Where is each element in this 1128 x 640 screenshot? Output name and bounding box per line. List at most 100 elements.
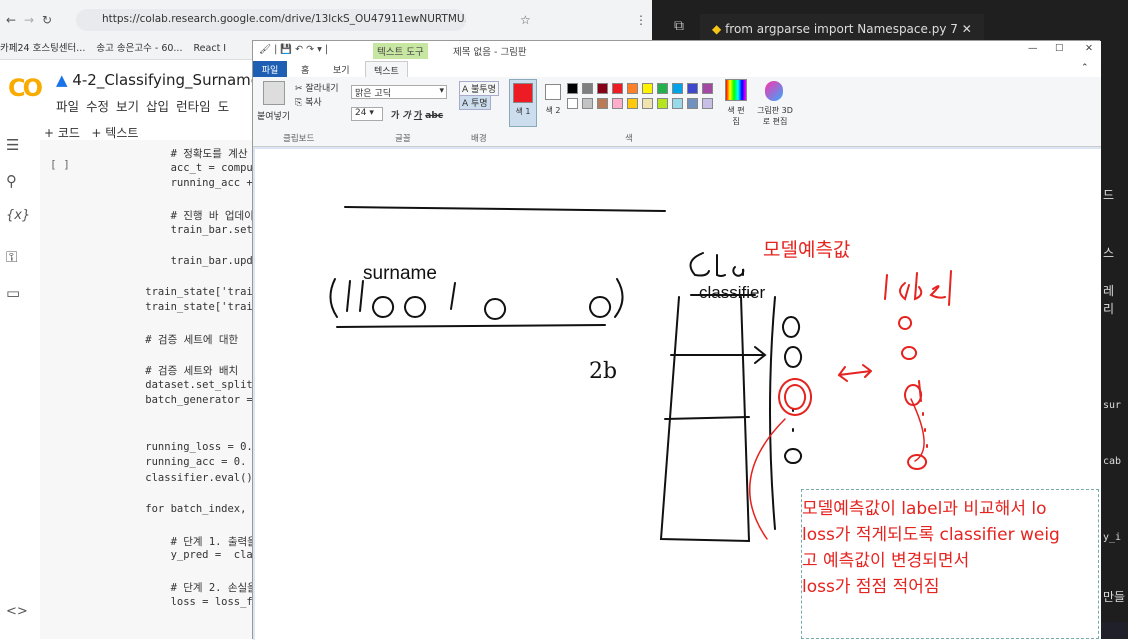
- palette-swatch[interactable]: [672, 98, 683, 109]
- bookmark-star-icon[interactable]: ☆: [520, 13, 531, 27]
- opaque-option[interactable]: A 불투명: [459, 81, 499, 96]
- palette-swatch[interactable]: [627, 83, 638, 94]
- palette-swatch[interactable]: [612, 98, 623, 109]
- explorer-icon[interactable]: ⧉: [674, 18, 684, 34]
- transparent-option[interactable]: A 투명: [459, 95, 491, 110]
- font-style-buttons[interactable]: 가 가 가 abc: [391, 108, 443, 121]
- paint3d-icon[interactable]: [765, 81, 783, 101]
- tab-view[interactable]: 보기: [333, 63, 350, 76]
- copy-button[interactable]: ⎘ 복사: [295, 95, 322, 108]
- menu-runtime[interactable]: 런타임: [176, 99, 211, 114]
- font-size-select[interactable]: 24 ▾: [351, 107, 383, 121]
- code-line: # 정확도를 계산: [120, 148, 248, 160]
- menu-file[interactable]: 파일: [56, 99, 79, 114]
- bookmark-item[interactable]: React I: [194, 43, 227, 54]
- paint-window: 🖌 | 💾 ↶ ↷ ▾ | 텍스트 도구 제목 없음 - 그림판 — ☐ ✕ 파…: [252, 40, 1101, 640]
- background-group-label: 배경: [471, 134, 487, 144]
- colors-group-label: 색: [625, 134, 633, 144]
- palette-swatch[interactable]: [642, 83, 653, 94]
- tab-home[interactable]: 홈: [301, 63, 309, 76]
- palette-swatch[interactable]: [582, 98, 593, 109]
- quick-access-icons[interactable]: 🖌 | 💾 ↶ ↷ ▾ |: [259, 44, 328, 55]
- palette-swatch[interactable]: [672, 83, 683, 94]
- code-line: loss = loss_fun: [120, 595, 256, 608]
- note-line: 모델예측값이 label과 비교해서 lo: [802, 499, 1047, 519]
- cut-button[interactable]: ✂ 잘라내기: [295, 81, 339, 94]
- menu-view[interactable]: 보기: [116, 99, 139, 114]
- palette-swatch[interactable]: [597, 83, 608, 94]
- left-rail: [0, 124, 32, 639]
- palette-swatch[interactable]: [612, 83, 623, 94]
- close-icon[interactable]: ✕: [962, 22, 972, 36]
- palette-swatch[interactable]: [582, 83, 593, 94]
- copy-label: 복사: [305, 98, 322, 108]
- search-icon[interactable]: ⚲: [6, 172, 17, 190]
- palette-swatch[interactable]: [702, 83, 713, 94]
- code-line: # 단계 2. 손실을: [120, 582, 256, 594]
- code-line: for batch_index, ba: [120, 502, 256, 515]
- palette-swatch[interactable]: [567, 98, 578, 109]
- notebook-title-text: 4-2_Classifying_Surname: [72, 71, 261, 89]
- address-bar[interactable]: https://colab.research.google.com/drive/…: [76, 9, 466, 31]
- variables-icon[interactable]: {x}: [6, 208, 30, 223]
- count-annotation: 2b: [589, 359, 618, 384]
- add-text-button[interactable]: + 텍스트: [91, 126, 138, 140]
- folder-icon[interactable]: ▭: [6, 284, 20, 302]
- notebook-title[interactable]: ▲ 4-2_Classifying_Surname: [56, 71, 260, 89]
- note-line: loss가 적게되도록 classifier weig: [802, 525, 1060, 545]
- menu-edit[interactable]: 수정: [86, 99, 109, 114]
- palette-swatch[interactable]: [597, 98, 608, 109]
- vscode-text: sur: [1103, 400, 1122, 411]
- vscode-text: y_i: [1103, 532, 1122, 543]
- palette-swatch[interactable]: [702, 98, 713, 109]
- note-line: loss가 점점 적어짐: [802, 577, 940, 597]
- edit-colors-icon[interactable]: [725, 79, 747, 101]
- add-cell-bar: + 코드 + 텍스트: [44, 124, 138, 141]
- paint3d-button[interactable]: 그림판 3D로 편집: [755, 105, 795, 127]
- vscode-text: 스: [1103, 246, 1115, 260]
- color2-label: 색 2: [545, 106, 561, 115]
- reload-icon[interactable]: ↻: [42, 13, 52, 27]
- code-line: train_state['train_: [120, 301, 256, 313]
- paste-button[interactable]: 붙여넣기: [257, 109, 290, 122]
- font-family-value: 맑은 고딕: [355, 89, 391, 99]
- color2-button[interactable]: 색 2: [541, 79, 565, 127]
- color-palette: [567, 83, 731, 127]
- font-family-select[interactable]: 맑은 고딕 ▾: [351, 85, 447, 99]
- color1-button[interactable]: 색 1: [509, 79, 537, 127]
- tab-file[interactable]: 파일: [253, 61, 287, 77]
- palette-swatch[interactable]: [687, 83, 698, 94]
- drive-icon: ▲: [56, 71, 68, 89]
- menu-icon[interactable]: ⋮: [635, 13, 647, 27]
- palette-swatch[interactable]: [657, 98, 668, 109]
- code-line: train_bar.set_p: [120, 223, 256, 236]
- close-button[interactable]: ✕: [1085, 43, 1093, 54]
- vscode-text: cab: [1103, 456, 1122, 467]
- back-icon[interactable]: ←: [6, 13, 16, 27]
- ribbon-collapse-icon[interactable]: ⌃: [1081, 63, 1089, 73]
- menu-insert[interactable]: 삽입: [146, 99, 169, 114]
- minimize-button[interactable]: —: [1028, 43, 1038, 54]
- text-box[interactable]: 모델예측값이 label과 비교해서 lo loss가 적게되도록 classi…: [801, 489, 1099, 639]
- menu-tools[interactable]: 도: [218, 99, 230, 114]
- colab-logo[interactable]: CO: [8, 74, 43, 102]
- forward-icon[interactable]: →: [24, 13, 34, 27]
- edit-colors-button[interactable]: 색 편집: [725, 105, 747, 127]
- drawing-canvas[interactable]: surname classifier 모델예측값 2b 모델예측값이 label…: [255, 149, 1101, 640]
- maximize-button[interactable]: ☐: [1055, 43, 1064, 54]
- code-cell[interactable]: # 정확도를 계산 acc_t = compute running_acc +=…: [40, 140, 256, 639]
- code-snippets-icon[interactable]: <>: [6, 604, 28, 619]
- toc-icon[interactable]: ☰: [6, 136, 19, 154]
- palette-swatch[interactable]: [687, 98, 698, 109]
- palette-swatch[interactable]: [627, 98, 638, 109]
- palette-swatch[interactable]: [642, 98, 653, 109]
- color2-swatch: [545, 84, 561, 100]
- paste-icon[interactable]: [263, 81, 285, 105]
- bookmark-item[interactable]: 송고 송은고수 - 60...: [96, 43, 182, 54]
- key-icon[interactable]: ⚿: [6, 248, 17, 266]
- palette-swatch[interactable]: [657, 83, 668, 94]
- bookmark-item[interactable]: 카페24 호스팅센터...: [0, 43, 85, 54]
- add-code-button[interactable]: + 코드: [44, 126, 80, 140]
- color1-label: 색 1: [515, 107, 531, 116]
- palette-swatch[interactable]: [567, 83, 578, 94]
